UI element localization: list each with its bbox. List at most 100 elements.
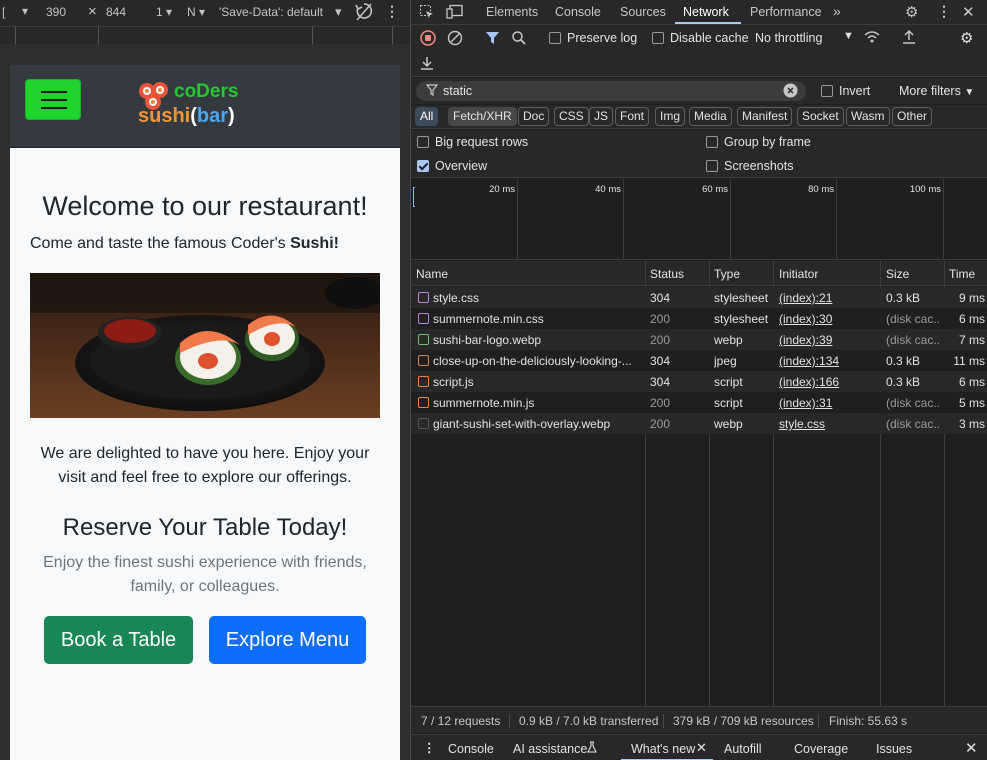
col-name[interactable]: Name xyxy=(416,267,448,281)
close-drawer-icon[interactable]: ✕ xyxy=(965,739,978,757)
close-icon[interactable]: ✕ xyxy=(962,3,975,21)
tab-network[interactable]: Network xyxy=(683,5,729,19)
download-har-icon[interactable] xyxy=(419,55,435,74)
height-input[interactable]: 844 xyxy=(106,5,126,19)
inspect-element-icon[interactable] xyxy=(419,4,435,23)
drawer-tab-autofill[interactable]: Autofill xyxy=(724,742,762,756)
stop-recording-icon[interactable] xyxy=(420,30,436,49)
close-tab-icon[interactable]: ✕ xyxy=(696,740,707,756)
network-options: Big request rows Group by frame Overview… xyxy=(411,130,987,178)
logo-text-bottom: sushi(bar) xyxy=(138,105,235,128)
big-rows-checkbox[interactable] xyxy=(417,136,429,148)
settings-gear-icon[interactable]: ⚙ xyxy=(905,3,918,21)
tab-sources[interactable]: Sources xyxy=(620,5,666,19)
network-select[interactable]: N ▾ xyxy=(187,5,205,19)
preserve-log-checkbox[interactable] xyxy=(549,32,561,44)
cell-size: (disk cac... xyxy=(886,312,941,326)
group-frame-checkbox[interactable] xyxy=(706,136,718,148)
disable-cache-checkbox[interactable] xyxy=(652,32,664,44)
col-size[interactable]: Size xyxy=(886,267,909,281)
cell-initiator[interactable]: style.css xyxy=(779,417,877,431)
chip-font[interactable]: Font xyxy=(615,107,650,126)
reserve-heading: Reserve Your Table Today! xyxy=(62,514,348,541)
chip-js[interactable]: JS xyxy=(589,107,614,126)
grid-line xyxy=(730,179,731,259)
cell-initiator[interactable]: (index):31 xyxy=(779,396,877,410)
table-row[interactable]: close-up-on-the-deliciously-looking-... 3… xyxy=(411,350,987,371)
explore-menu-button[interactable]: Explore Menu xyxy=(209,616,366,664)
cell-name: summernote.min.css xyxy=(433,312,544,326)
chip-manifest[interactable]: Manifest xyxy=(737,107,793,126)
rotate-icon[interactable] xyxy=(355,2,373,25)
screenshots-checkbox[interactable] xyxy=(706,160,718,172)
chip-fetch-xhr[interactable]: Fetch/XHR xyxy=(448,107,517,126)
cell-name: sushi-bar-logo.webp xyxy=(433,333,542,347)
network-settings-gear-icon[interactable]: ⚙ xyxy=(960,29,973,47)
more-filters-button[interactable]: More filters ▼ xyxy=(899,84,974,98)
chip-socket[interactable]: Socket xyxy=(797,107,844,126)
logo-text-top: coDers xyxy=(174,81,239,102)
network-conditions-icon[interactable] xyxy=(863,29,881,48)
tab-performance[interactable]: Performance xyxy=(750,5,822,19)
throttling-select[interactable]: No throttling xyxy=(755,31,822,45)
tab-console[interactable]: Console xyxy=(555,5,601,19)
cell-initiator[interactable]: (index):39 xyxy=(779,333,877,347)
chip-css[interactable]: CSS xyxy=(554,107,589,126)
device-select[interactable]: [ xyxy=(2,5,5,19)
chip-all[interactable]: All xyxy=(415,107,439,126)
upload-har-icon[interactable] xyxy=(901,29,917,48)
media-query-bar xyxy=(0,26,410,45)
overview-checkbox[interactable] xyxy=(417,160,429,172)
chip-media[interactable]: Media xyxy=(689,107,732,126)
save-data-select[interactable]: 'Save-Data': default xyxy=(219,5,323,19)
more-tabs-icon[interactable]: » xyxy=(833,3,841,19)
logo[interactable]: coDers sushi(bar) xyxy=(138,79,268,131)
clear-icon[interactable] xyxy=(447,30,463,49)
col-time[interactable]: Time xyxy=(949,267,975,281)
cell-initiator[interactable]: (index):166 xyxy=(779,375,877,389)
drawer-tab-ai-assistance[interactable]: AI assistance xyxy=(513,742,587,756)
clear-filter-icon[interactable] xyxy=(783,83,798,101)
table-row[interactable]: style.css 304 stylesheet (index):21 0.3 kB 9 … xyxy=(411,287,987,308)
table-row[interactable]: script.js 304 script (index):166 0.3 kB 6 ms xyxy=(411,371,987,392)
filter-icon[interactable] xyxy=(485,30,501,49)
tab-elements[interactable]: Elements xyxy=(486,5,538,19)
drawer-menu-icon[interactable]: ⋮ xyxy=(423,740,436,755)
more-options-icon[interactable]: ⋮ xyxy=(385,3,399,20)
more-options-icon[interactable]: ⋮ xyxy=(937,3,951,20)
table-row[interactable]: summernote.min.css 200 stylesheet (index):3… xyxy=(411,308,987,329)
invert-checkbox[interactable] xyxy=(821,85,833,97)
chip-doc[interactable]: Doc xyxy=(518,107,550,126)
col-type[interactable]: Type xyxy=(714,267,740,281)
cell-initiator[interactable]: (index):30 xyxy=(779,312,877,326)
chip-img[interactable]: Img xyxy=(655,107,686,126)
image-file-icon xyxy=(418,334,429,345)
zoom-select[interactable]: 1 ▾ xyxy=(156,5,172,19)
drawer-tab-whats-new[interactable]: What's new xyxy=(631,742,695,756)
network-toolbar: Preserve log Disable cache No throttling… xyxy=(411,25,987,77)
timeline-label: 100 ms xyxy=(909,184,941,195)
search-icon[interactable] xyxy=(511,30,527,49)
overview-timeline[interactable]: 20 ms 40 ms 60 ms 80 ms 100 ms xyxy=(411,179,987,260)
col-initiator[interactable]: Initiator xyxy=(779,267,818,281)
chip-other[interactable]: Other xyxy=(892,107,933,126)
cell-initiator[interactable]: (index):21 xyxy=(779,291,877,305)
book-table-button[interactable]: Book a Table xyxy=(44,616,193,664)
width-input[interactable]: 390 xyxy=(46,5,66,19)
filter-input[interactable]: static xyxy=(416,81,806,101)
table-row[interactable]: sushi-bar-logo.webp 200 webp (index):39 (dis… xyxy=(411,329,987,350)
table-row[interactable]: giant-sushi-set-with-overlay.webp 200 webp… xyxy=(411,413,987,434)
chevron-down-icon[interactable]: ▼ xyxy=(843,30,854,42)
cell-initiator[interactable]: (index):134 xyxy=(779,354,877,368)
drawer-tab-console[interactable]: Console xyxy=(448,742,494,756)
drawer-tab-coverage[interactable]: Coverage xyxy=(794,742,848,756)
drawer-tab-issues[interactable]: Issues xyxy=(876,742,912,756)
cell-time: 6 ms xyxy=(958,312,985,326)
table-row[interactable]: summernote.min.js 200 script (index):31 (dis… xyxy=(411,392,987,413)
col-status[interactable]: Status xyxy=(650,267,684,281)
device-toolbar-icon[interactable] xyxy=(446,4,464,23)
hamburger-menu-button[interactable] xyxy=(25,79,81,120)
js-file-icon xyxy=(418,376,429,387)
chip-wasm[interactable]: Wasm xyxy=(846,107,890,126)
enjoy-text: Enjoy the finest sushi experience with f… xyxy=(43,554,367,595)
